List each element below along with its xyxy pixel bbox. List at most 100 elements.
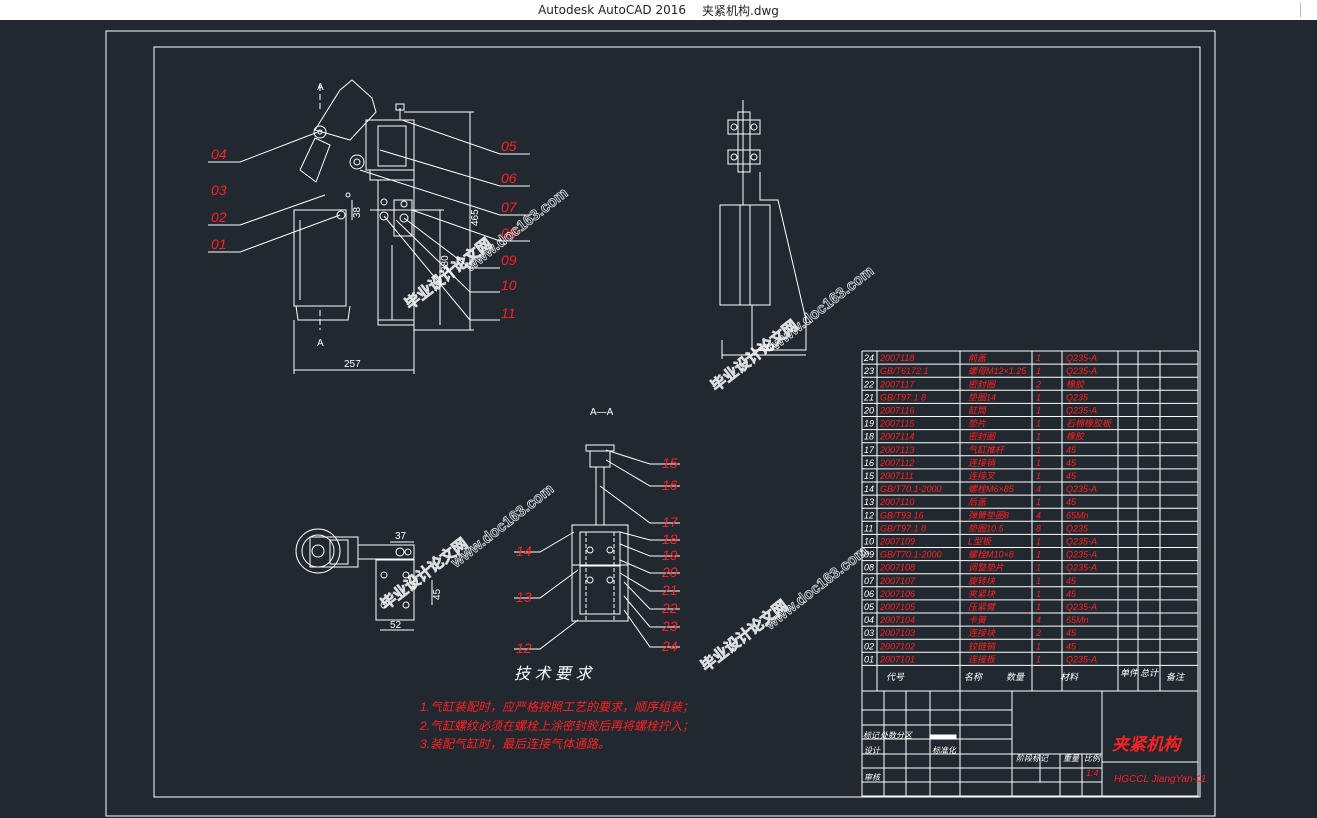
bom-cell: 06	[864, 589, 874, 599]
bom-cell: 垫圈10.5	[968, 523, 1005, 533]
bom-cell: 卡簧	[968, 615, 988, 625]
header-material: 材料	[1060, 672, 1079, 682]
drawing-canvas[interactable]: A A 38 465 380 257 04 03 02 01 05 06 07 …	[0, 20, 1317, 818]
balloon-16: 16	[662, 477, 678, 493]
watermark-url-2: www.doc163.com	[767, 263, 877, 354]
bom-cell: Q235-A	[1066, 484, 1097, 494]
bom-cell: Q235-A	[1066, 563, 1097, 573]
tech-requirement-3: 3.装配气缸时，最后连接气体通路。	[420, 737, 610, 751]
bom-cell: 1	[1036, 602, 1041, 612]
bom-cell: 45	[1066, 471, 1077, 481]
bom-cell: 密封圈	[968, 379, 997, 389]
bom-cell: 连接板	[968, 654, 997, 664]
balloon-21: 21	[661, 582, 678, 598]
bom-cell: 2007105	[879, 602, 916, 612]
dim-38: 38	[352, 206, 363, 218]
bom-cell: 缸筒	[968, 406, 988, 416]
bom-cell: 旋转块	[968, 576, 996, 586]
header-total: 总计	[1140, 668, 1159, 678]
watermark-url-3: www.doc163.com	[447, 481, 557, 572]
bom-cell: 1	[1036, 589, 1041, 599]
bom-cell: 2007106	[879, 589, 915, 599]
bom-cell: 垫片	[968, 419, 987, 429]
bom-cell: 2007110	[879, 497, 914, 507]
bom-cell: 65Mn	[1066, 510, 1089, 520]
bom-cell: 23	[863, 366, 874, 376]
balloon-05: 05	[501, 138, 517, 154]
bom-cell: 05	[864, 602, 875, 612]
window-control[interactable]	[1300, 2, 1311, 17]
header-qty: 数量	[1006, 672, 1025, 682]
balloon-13: 13	[516, 589, 532, 605]
bom-cell: 45	[1066, 628, 1077, 638]
bom-cell: 45	[1066, 458, 1077, 468]
bom-cell: 1	[1036, 563, 1041, 573]
section-view	[571, 444, 629, 622]
bom-cell: 螺栓M6×85	[968, 484, 1015, 494]
tb-review: 审核	[864, 773, 882, 782]
bom-cell: 2007113	[879, 445, 914, 455]
bom-cell: 4	[1036, 615, 1041, 625]
front-view-leaders	[208, 119, 530, 321]
balloon-10: 10	[501, 277, 517, 293]
header-code: 代号	[886, 672, 905, 682]
bom-cell: Q235-A	[1066, 406, 1097, 416]
bom-cell: 45	[1066, 445, 1077, 455]
bom-cell: GB/T93 16	[880, 510, 924, 520]
bom-cell: Q235-A	[1066, 537, 1097, 547]
bom-cell: 07	[864, 576, 875, 586]
bom-cell: 65Mn	[1066, 615, 1089, 625]
bom-cell: 2007107	[879, 576, 916, 586]
bom-cell: 橡胶	[1066, 432, 1085, 442]
bom-cell: 01	[864, 654, 874, 664]
balloon-03: 03	[211, 182, 227, 198]
balloon-02: 02	[211, 209, 227, 225]
bom-cell: 2007117	[879, 379, 915, 389]
tb-count: 处数	[880, 731, 897, 740]
balloon-01: 01	[211, 236, 227, 252]
bom-cell: GB/T6172.1	[880, 366, 929, 376]
bom-cell: 24	[863, 353, 874, 363]
file-name: 夹紧机构.dwg	[702, 3, 779, 18]
tech-requirement-2: 2.气缸螺纹必须在螺栓上涂密封胶后再将螺栓拧入；	[419, 719, 694, 733]
balloon-06: 06	[501, 170, 517, 186]
section-leaders	[514, 449, 680, 650]
section-mark-top: A	[317, 82, 324, 93]
tb-mark: 标记	[863, 731, 880, 740]
front-view	[293, 79, 474, 374]
bom-cell: 2007103	[879, 628, 915, 638]
bom-cell: 03	[864, 628, 874, 638]
bom-cell: 2007116	[879, 406, 914, 416]
bom-cell: 螺母M12×1.25	[968, 366, 1027, 376]
bom-cell: 1	[1036, 550, 1041, 560]
bom-cell: 2007108	[879, 563, 915, 573]
bom-cell: 2007114	[879, 432, 914, 442]
bom-cell: GB/T70.1-2000	[880, 484, 942, 494]
balloon-14: 14	[516, 543, 532, 559]
bom-cell: 1	[1036, 353, 1041, 363]
tb-stage-mark: 阶段标记	[1016, 754, 1049, 763]
bom-cell: 4	[1036, 484, 1041, 494]
bom-cell: 1	[1036, 537, 1041, 547]
bom-cell: 2007111	[879, 471, 914, 481]
header-name: 名称	[964, 672, 984, 682]
bom-cell: 20	[863, 406, 874, 416]
bom-cell: GB/T70.1-2000	[880, 550, 942, 560]
balloon-18: 18	[662, 531, 678, 547]
bom-cell: 1	[1036, 471, 1041, 481]
bom-cell: 1	[1036, 419, 1041, 429]
tech-requirements-title: 技 术 要 求	[514, 665, 593, 683]
bom-cell: 连接销	[968, 458, 997, 468]
bom-cell: 13	[864, 497, 874, 507]
bom-cell: 1	[1036, 406, 1041, 416]
bom-cell: 2007118	[879, 353, 914, 363]
bom-cell: 1	[1036, 641, 1041, 651]
bom-cell: 压紧臂	[968, 602, 997, 612]
bom-cell: 1	[1036, 576, 1041, 586]
bom-cell: 16	[864, 458, 874, 468]
bom-cell: L型板	[968, 537, 993, 547]
bom-cell: 17	[864, 445, 875, 455]
bom-cell: 45	[1066, 641, 1077, 651]
bom-cell: 前盖	[968, 353, 987, 363]
bom-cell: 连接叉	[968, 471, 996, 481]
